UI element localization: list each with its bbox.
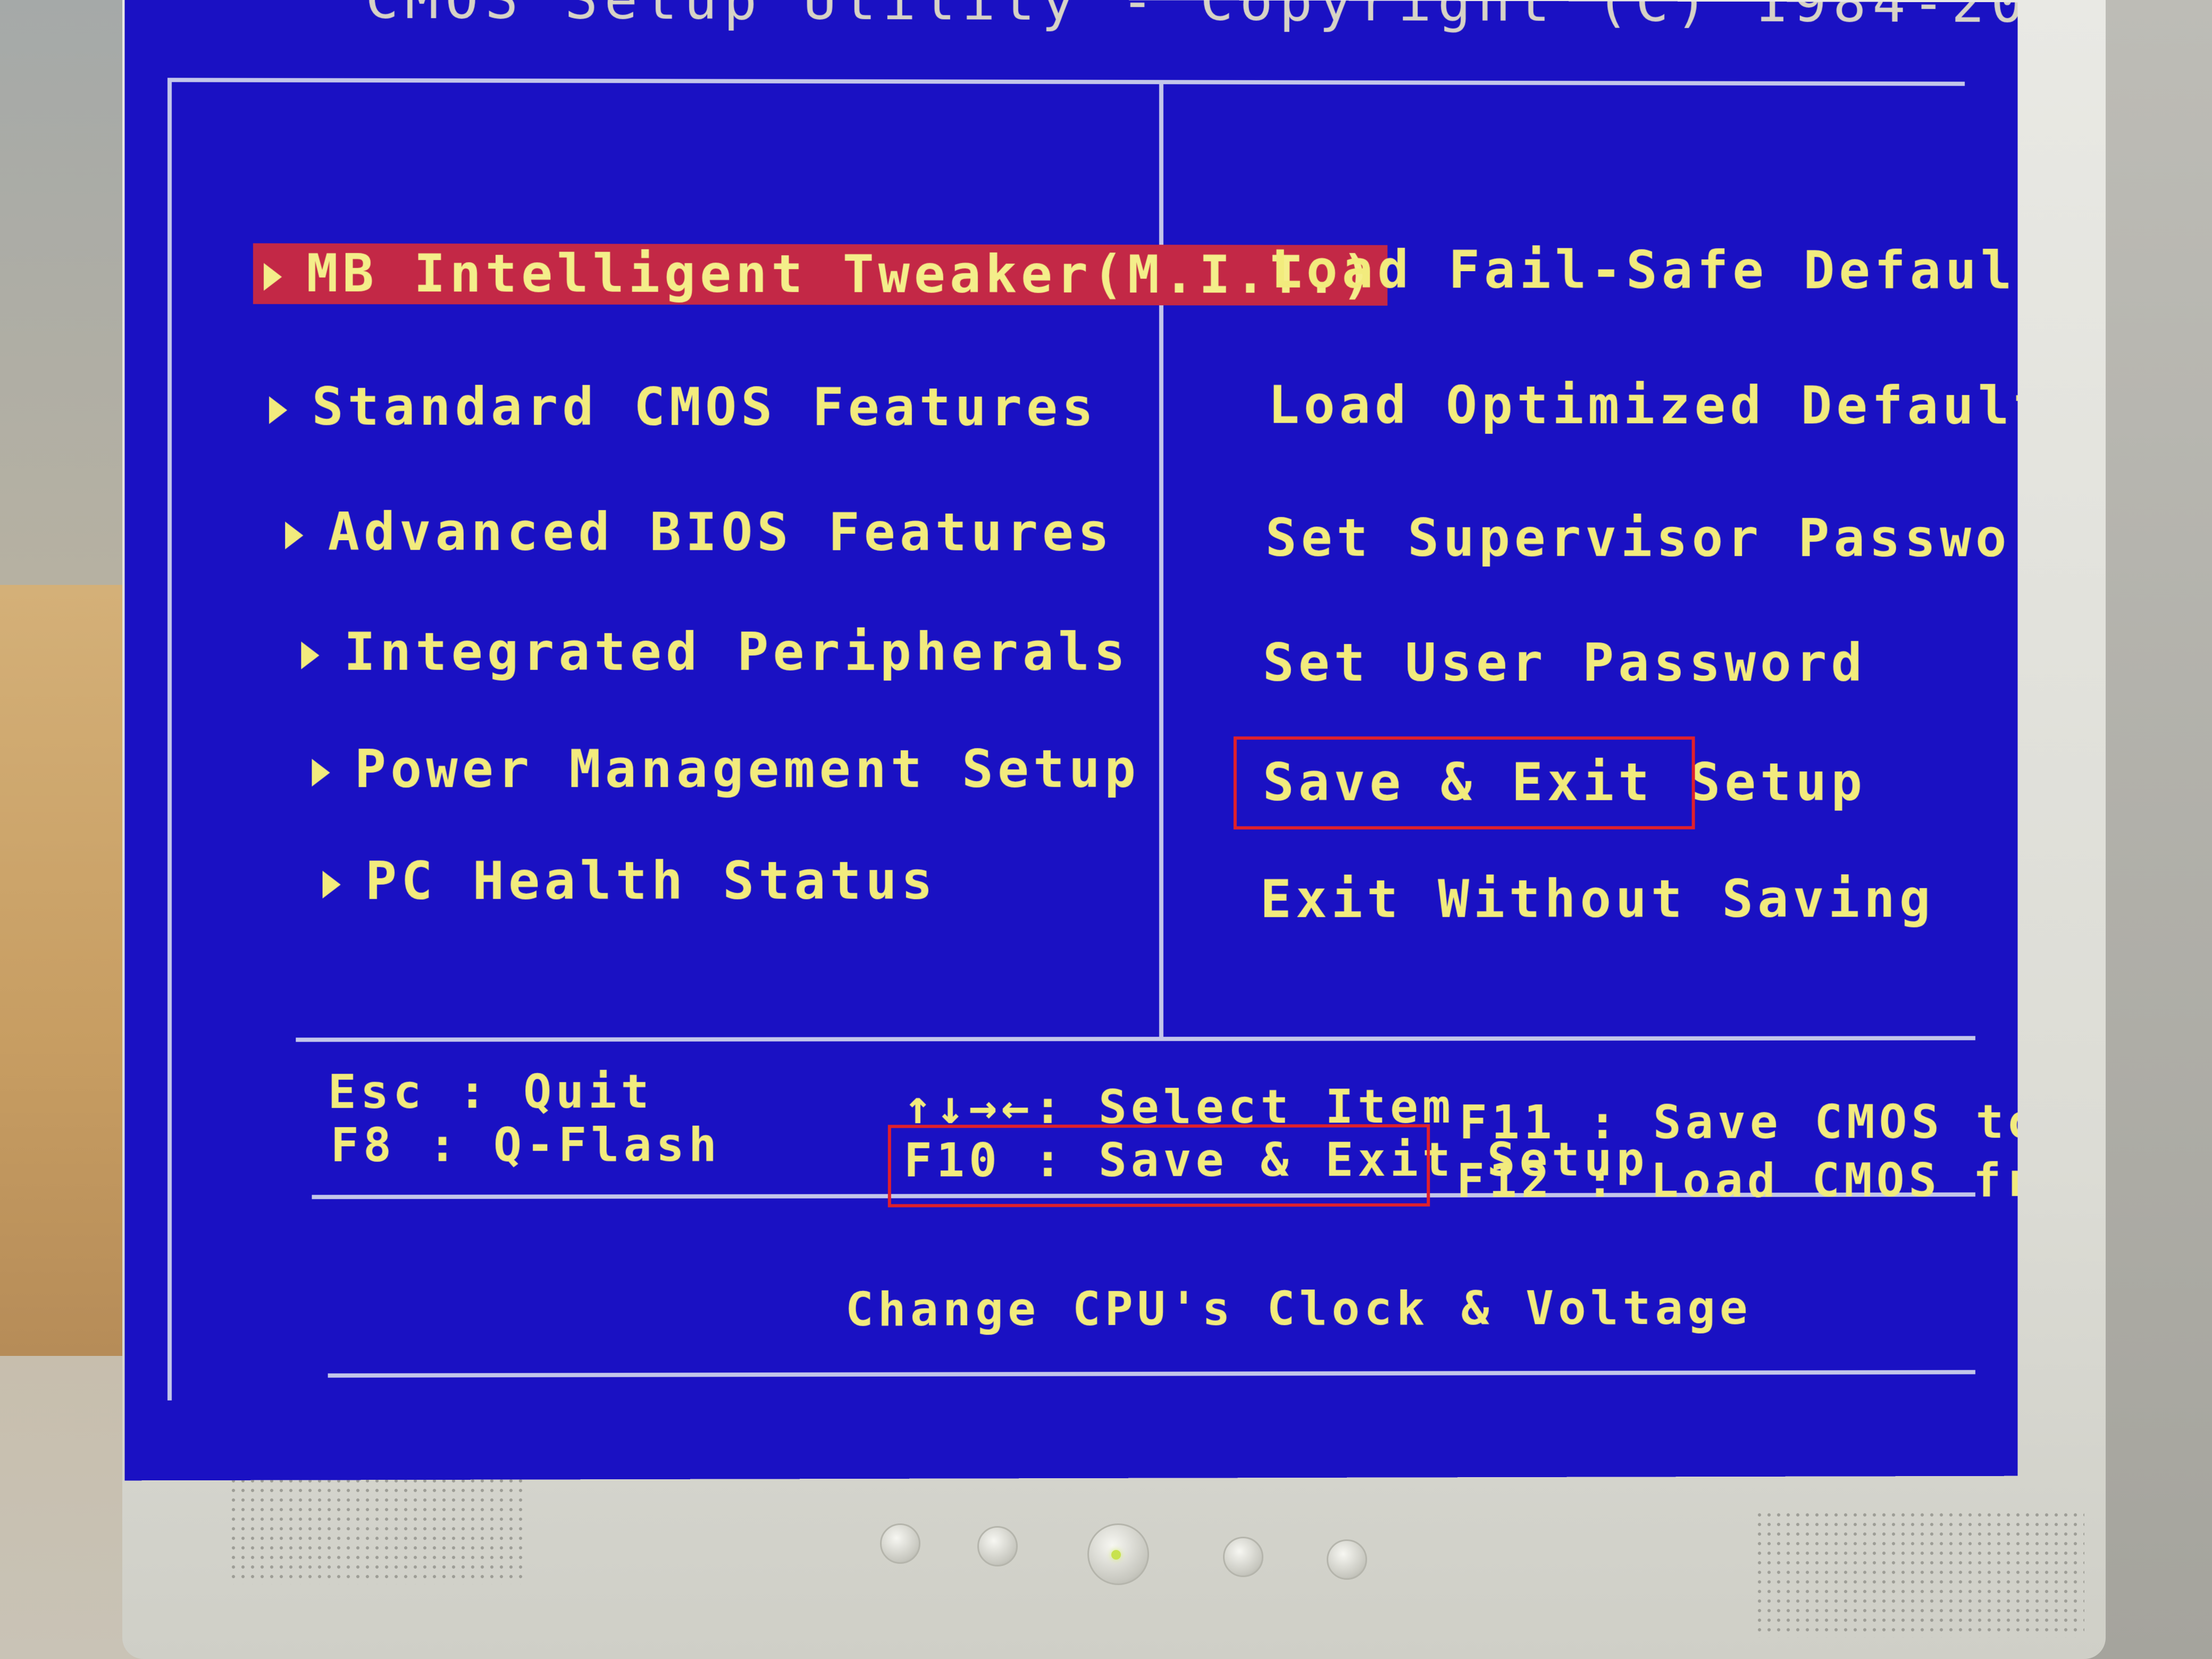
submenu-arrow-icon — [323, 871, 341, 899]
menu-item-label: MB Intelligent Tweaker(M.I.T.) — [306, 244, 1377, 306]
monitor-button-2[interactable] — [977, 1526, 1018, 1566]
menu-item-mit[interactable]: MB Intelligent Tweaker(M.I.T.) — [253, 243, 1388, 305]
speaker-grille-right — [1755, 1510, 2084, 1638]
item-description: Change CPU's Clock & Voltage — [845, 1280, 1752, 1337]
monitor-button-1[interactable] — [880, 1523, 920, 1564]
bios-screen: CMOS Setup Utility - Copyright (C) 1984-… — [124, 0, 2017, 1480]
frame-center-divider — [1159, 80, 1163, 1036]
submenu-arrow-icon — [269, 396, 287, 424]
menu-item-label: PC Health Status — [365, 851, 937, 912]
submenu-arrow-icon — [264, 263, 282, 291]
frame-bottom-line — [328, 1370, 1975, 1377]
submenu-arrow-icon — [312, 759, 330, 786]
highlight-box-save-exit — [1234, 736, 1695, 830]
frame-top-line — [167, 78, 1965, 86]
menu-item-label: Power Management Setup — [355, 739, 1140, 800]
menu-item-power-management[interactable]: Power Management Setup — [312, 739, 1140, 800]
menu-item-load-fail-safe[interactable]: Load Fail-Safe Defaults — [1271, 240, 2018, 301]
submenu-arrow-icon — [301, 642, 319, 669]
hotkey-f11-save-cmos: F11 : Save CMOS to BIOS — [1459, 1094, 2017, 1150]
menu-item-label: Integrated Peripherals — [344, 622, 1129, 683]
menu-item-label: Advanced BIOS Features — [328, 502, 1113, 563]
frame-left-line — [167, 78, 172, 1400]
menu-item-standard-cmos[interactable]: Standard CMOS Features — [269, 376, 1097, 438]
menu-item-set-supervisor-password[interactable]: Set Supervisor Password — [1266, 508, 2018, 569]
submenu-arrow-icon — [285, 522, 303, 549]
hotkey-f8-qflash: F8 : Q-Flash — [331, 1117, 721, 1172]
menu-item-set-user-password[interactable]: Set User Password — [1263, 633, 1866, 693]
hotkey-esc-quit: Esc : Quit — [328, 1064, 653, 1119]
menu-item-advanced-bios[interactable]: Advanced BIOS Features — [285, 502, 1113, 563]
monitor-button-3[interactable] — [1223, 1537, 1263, 1577]
menu-item-pc-health[interactable]: PC Health Status — [323, 851, 937, 912]
menu-item-integrated-peripherals[interactable]: Integrated Peripherals — [301, 622, 1129, 683]
monitor-button-4[interactable] — [1327, 1539, 1367, 1580]
hotkey-f12-load-cmos: F12 : Load CMOS from BIOS — [1456, 1152, 2017, 1208]
highlight-box-f10 — [888, 1124, 1430, 1207]
menu-item-load-optimized[interactable]: Load Optimized Defaults — [1268, 375, 2018, 436]
menu-item-exit-without-saving[interactable]: Exit Without Saving — [1260, 869, 1935, 929]
frame-hotkey-top-line — [296, 1036, 1975, 1042]
menu-item-label: Standard CMOS Features — [312, 376, 1097, 438]
power-led-icon — [1111, 1550, 1121, 1560]
window-title: CMOS Setup Utility - Copyright (C) 1984-… — [365, 0, 1959, 35]
